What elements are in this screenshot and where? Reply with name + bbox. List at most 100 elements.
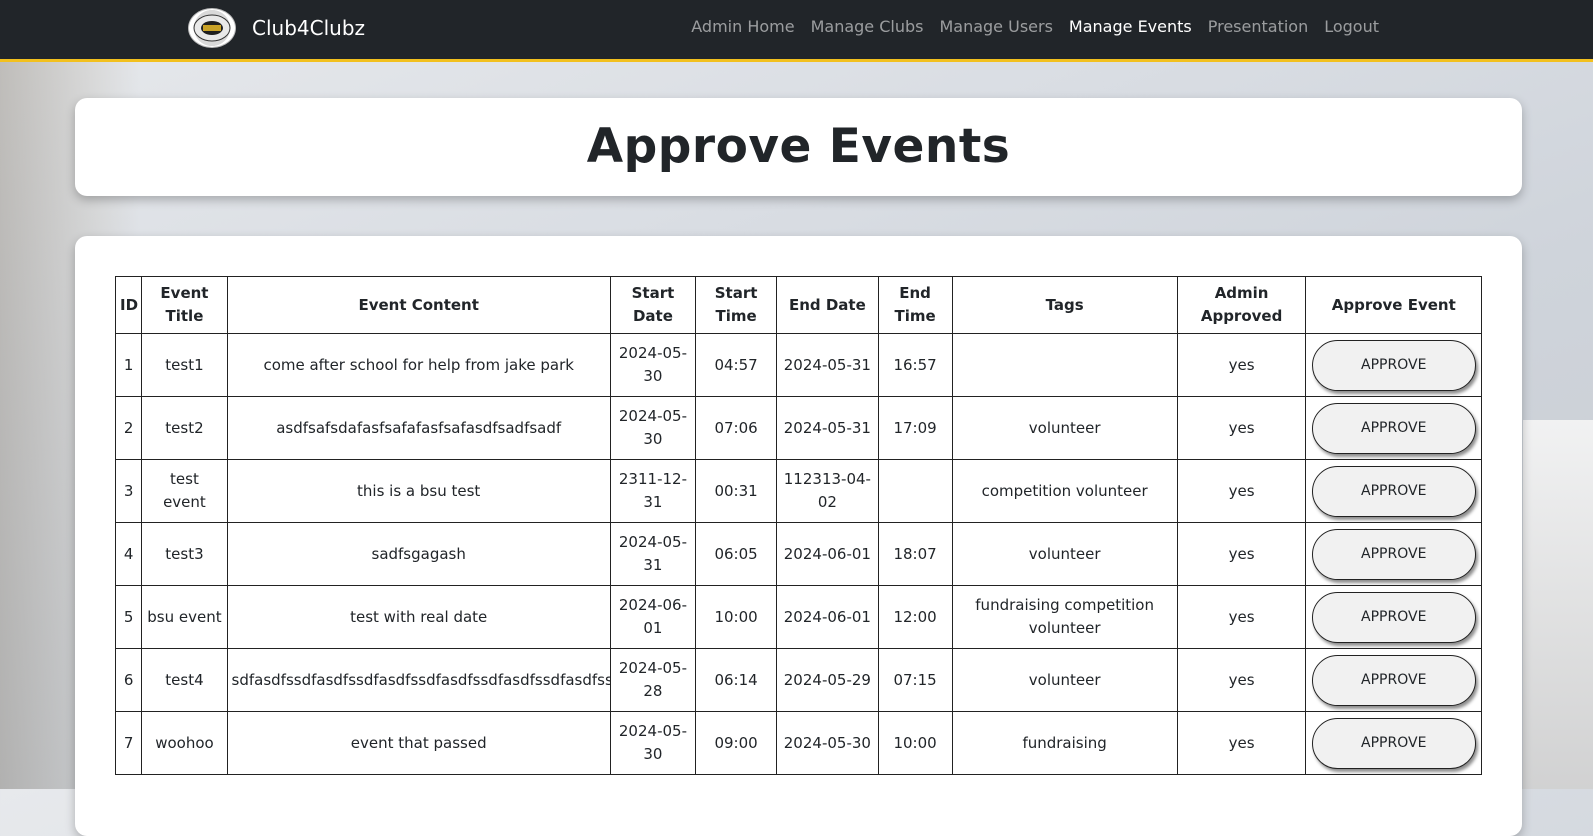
col-event-content: Event Content: [226, 276, 611, 334]
cell-start-time: 06:05: [695, 522, 778, 586]
approve-button[interactable]: APPROVE: [1311, 339, 1476, 391]
cell-start-date: 2024-05-31: [609, 522, 697, 586]
cell-end-time: 18:07: [877, 522, 953, 586]
title-card: Approve Events: [75, 98, 1522, 196]
cell-start-time: 06:14: [695, 648, 778, 712]
nav-manage-users[interactable]: Manage Users: [931, 17, 1060, 36]
cell-end-date: 2024-05-31: [776, 396, 879, 460]
events-table: ID Event Title Event Content Start Date …: [114, 276, 1482, 775]
cell-approve: APPROVE: [1305, 522, 1482, 586]
cell-start-date: 2024-05-30: [609, 333, 697, 397]
cell-start-date: 2024-05-30: [609, 711, 697, 775]
cell-end-time: 16:57: [877, 333, 953, 397]
cell-start-time: 09:00: [695, 711, 778, 775]
cell-content: sdfasdfssdfasdfssdfasdfssdfasdfssdfasdfs…: [226, 648, 611, 712]
cell-approve: APPROVE: [1305, 711, 1482, 775]
cell-content: event that passed: [226, 711, 611, 775]
cell-id: 3: [114, 459, 143, 523]
cell-end-time: 17:09: [877, 396, 953, 460]
cell-tags: fundraising competition volunteer: [951, 585, 1178, 649]
club-logo-icon: [188, 8, 236, 48]
table-row: 3 test event this is a bsu test 2311-12-…: [114, 459, 1482, 523]
cell-title: test event: [141, 459, 228, 523]
approve-button[interactable]: APPROVE: [1311, 528, 1476, 580]
approve-button[interactable]: APPROVE: [1311, 717, 1476, 769]
cell-tags: volunteer: [951, 522, 1178, 586]
approve-button[interactable]: APPROVE: [1311, 654, 1476, 706]
table-header-row: ID Event Title Event Content Start Date …: [114, 276, 1482, 334]
table-row: 7 woohoo event that passed 2024-05-30 09…: [114, 711, 1482, 775]
cell-tags: volunteer: [951, 396, 1178, 460]
cell-approve: APPROVE: [1305, 585, 1482, 649]
cell-end-time: 07:15: [877, 648, 953, 712]
nav-logout[interactable]: Logout: [1316, 17, 1387, 36]
events-card: ID Event Title Event Content Start Date …: [75, 236, 1522, 836]
cell-admin-approved: yes: [1176, 522, 1307, 586]
nav-links: Admin Home Manage Clubs Manage Users Man…: [683, 17, 1387, 36]
cell-admin-approved: yes: [1176, 711, 1307, 775]
cell-end-date: 2024-06-01: [776, 585, 879, 649]
table-row: 2 test2 asdfsafsdafasfsafafasfsafasdfsad…: [114, 396, 1482, 460]
top-navbar: Club4Clubz Admin Home Manage Clubs Manag…: [0, 0, 1593, 62]
col-event-title: Event Title: [141, 276, 228, 334]
cell-end-date: 2024-05-30: [776, 711, 879, 775]
nav-presentation[interactable]: Presentation: [1200, 17, 1316, 36]
cell-end-time: [877, 459, 953, 523]
cell-approve: APPROVE: [1305, 648, 1482, 712]
col-approve-event: Approve Event: [1305, 276, 1482, 334]
cell-admin-approved: yes: [1176, 648, 1307, 712]
cell-end-date: 2024-05-31: [776, 333, 879, 397]
table-row: 6 test4 sdfasdfssdfasdfssdfasdfssdfasdfs…: [114, 648, 1482, 712]
col-tags: Tags: [951, 276, 1178, 334]
cell-admin-approved: yes: [1176, 585, 1307, 649]
cell-tags: fundraising: [951, 711, 1178, 775]
cell-admin-approved: yes: [1176, 396, 1307, 460]
col-start-time: Start Time: [695, 276, 778, 334]
cell-title: test4: [141, 648, 228, 712]
cell-content: sadfsgagash: [226, 522, 611, 586]
cell-start-date: 2311-12-31: [609, 459, 697, 523]
cell-title: test3: [141, 522, 228, 586]
background-building: [1523, 420, 1593, 789]
cell-start-date: 2024-06-01: [609, 585, 697, 649]
cell-title: test1: [141, 333, 228, 397]
cell-admin-approved: yes: [1176, 459, 1307, 523]
cell-content: come after school for help from jake par…: [226, 333, 611, 397]
cell-admin-approved: yes: [1176, 333, 1307, 397]
cell-end-time: 10:00: [877, 711, 953, 775]
cell-title: test2: [141, 396, 228, 460]
brand-name: Club4Clubz: [252, 16, 366, 40]
approve-button[interactable]: APPROVE: [1311, 402, 1476, 454]
approve-button[interactable]: APPROVE: [1311, 591, 1476, 643]
cell-tags: volunteer: [951, 648, 1178, 712]
cell-id: 7: [114, 711, 143, 775]
cell-id: 1: [114, 333, 143, 397]
col-end-date: End Date: [776, 276, 879, 334]
col-admin-approved: Admin Approved: [1176, 276, 1307, 334]
cell-end-date: 112313-04-02: [776, 459, 879, 523]
brand[interactable]: Club4Clubz: [188, 8, 365, 48]
page-title: Approve Events: [586, 119, 1011, 174]
nav-admin-home[interactable]: Admin Home: [683, 17, 802, 36]
cell-approve: APPROVE: [1305, 333, 1482, 397]
cell-id: 5: [114, 585, 143, 649]
cell-content: asdfsafsdafasfsafafasfsafasdfsadfsadf: [226, 396, 611, 460]
approve-button[interactable]: APPROVE: [1311, 465, 1476, 517]
cell-start-date: 2024-05-28: [609, 648, 697, 712]
cell-title: woohoo: [141, 711, 228, 775]
cell-content: test with real date: [226, 585, 611, 649]
cell-start-time: 04:57: [695, 333, 778, 397]
cell-title: bsu event: [141, 585, 228, 649]
nav-manage-clubs[interactable]: Manage Clubs: [803, 17, 932, 36]
cell-end-date: 2024-05-29: [776, 648, 879, 712]
table-row: 5 bsu event test with real date 2024-06-…: [114, 585, 1482, 649]
cell-id: 4: [114, 522, 143, 586]
cell-id: 2: [114, 396, 143, 460]
col-end-time: End Time: [877, 276, 953, 334]
cell-id: 6: [114, 648, 143, 712]
cell-tags: [951, 333, 1178, 397]
cell-approve: APPROVE: [1305, 459, 1482, 523]
cell-start-time: 07:06: [695, 396, 778, 460]
nav-manage-events[interactable]: Manage Events: [1061, 17, 1200, 36]
table-row: 1 test1 come after school for help from …: [114, 333, 1482, 397]
